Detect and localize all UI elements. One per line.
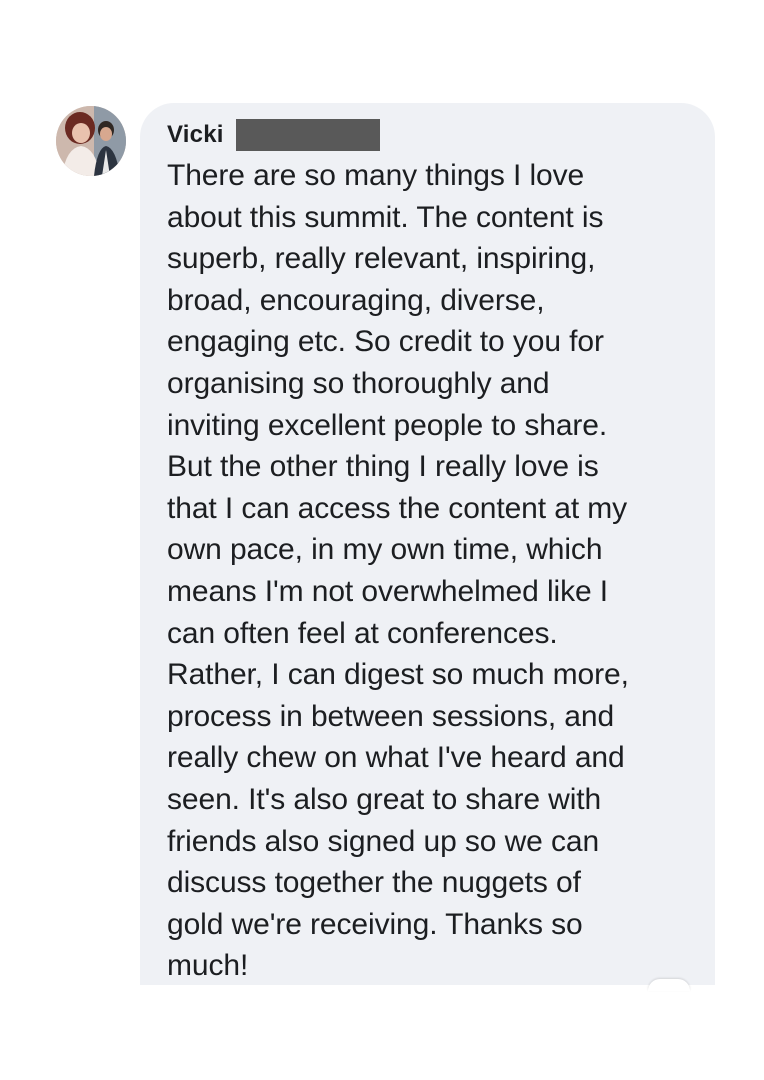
avatar[interactable] [56, 106, 126, 176]
comment-text: There are so many things I love about th… [167, 159, 629, 983]
profile-photo [56, 106, 126, 176]
redacted-surname [235, 119, 380, 151]
author-name[interactable]: Vicki [167, 121, 224, 149]
comment-header: Vicki [167, 118, 380, 152]
